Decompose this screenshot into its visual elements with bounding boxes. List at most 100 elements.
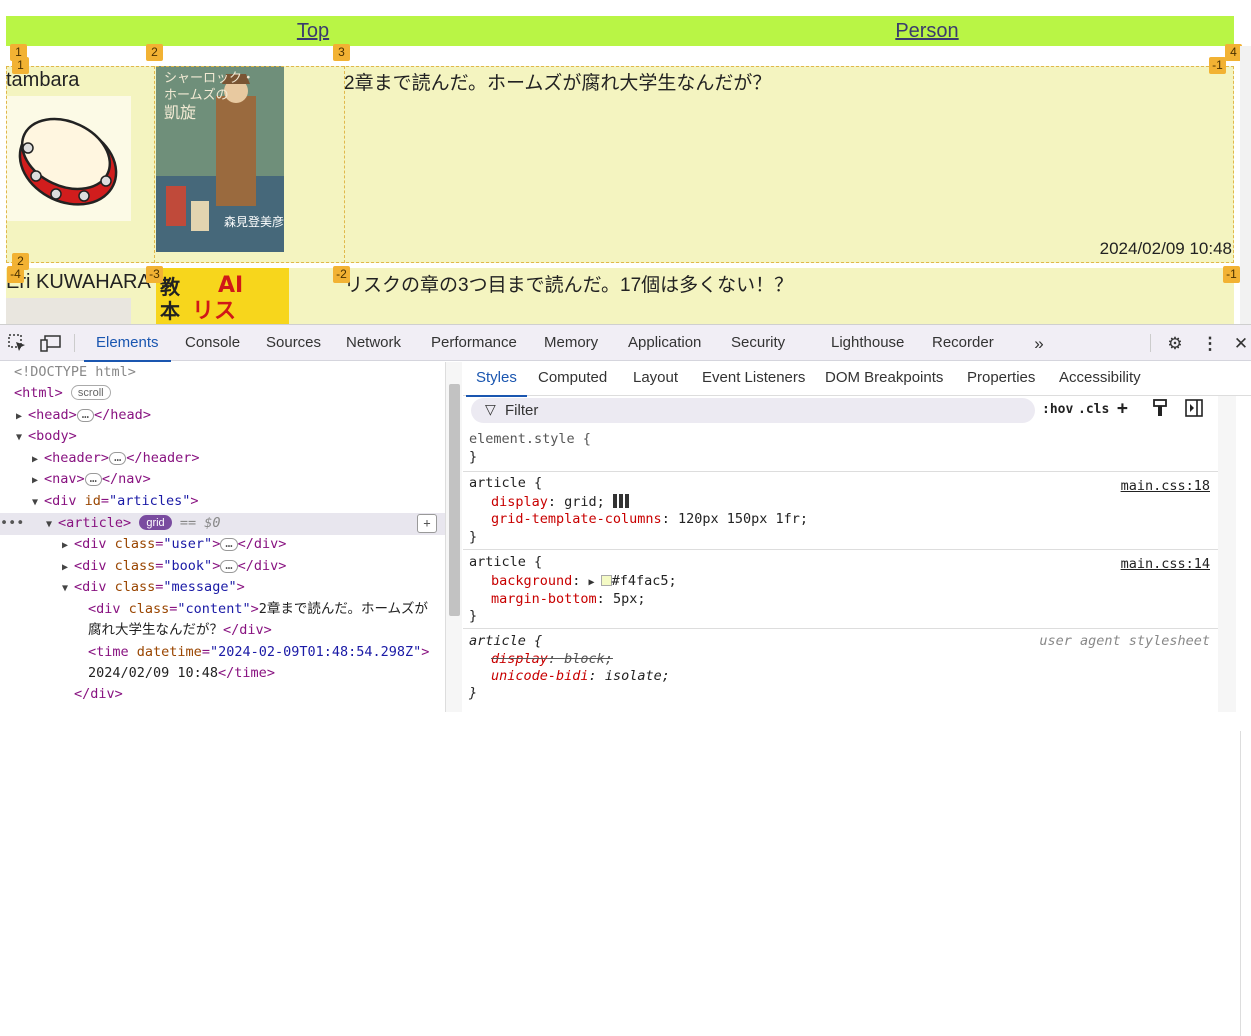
dom-header[interactable]: ▶ <header>… </header> bbox=[32, 448, 199, 469]
dom-content-text[interactable]: 腐れ大学生なんだが？</div> bbox=[88, 620, 272, 641]
grid-editor-icon[interactable] bbox=[612, 494, 629, 508]
rule-selector[interactable]: element.style { bbox=[469, 431, 591, 448]
tab-lighthouse[interactable]: Lighthouse bbox=[831, 325, 904, 361]
dom-body[interactable]: ▼ <body> bbox=[16, 426, 77, 447]
styles-filter-input[interactable]: ▽ Filter bbox=[471, 398, 1035, 423]
devtools-panel: Elements Console Sources Network Perform… bbox=[0, 324, 1251, 1036]
grid-badge: 3 bbox=[333, 44, 350, 61]
hov-toggle[interactable]: :hov bbox=[1042, 402, 1073, 417]
rule-close-brace: } bbox=[469, 608, 478, 624]
grid-badge: 1 bbox=[12, 57, 29, 74]
dom-div-message[interactable]: ▼ <div class="message"> bbox=[62, 577, 245, 598]
tab-computed[interactable]: Computed bbox=[538, 362, 607, 396]
toolbar-divider bbox=[1150, 334, 1151, 352]
chevron-double-right-icon[interactable]: » bbox=[1028, 333, 1050, 355]
tab-elements[interactable]: Elements bbox=[84, 325, 170, 362]
dom-head[interactable]: ▶ <head>… </head> bbox=[16, 405, 151, 426]
dom-tree-scrollbar[interactable] bbox=[445, 362, 462, 712]
scroll-pill[interactable]: scroll bbox=[70, 385, 111, 400]
expand-triangle-icon[interactable]: ▶ bbox=[589, 577, 601, 588]
page-viewport: Top Person tambara シャーロック・ ホームズの 凱旋 森見登美… bbox=[0, 0, 1251, 324]
inspect-element-icon[interactable] bbox=[6, 333, 28, 355]
tab-security[interactable]: Security bbox=[731, 325, 785, 361]
rule-article-main-css-14: article { main.css:14 background: ▶ #f4f… bbox=[463, 550, 1218, 629]
tab-recorder[interactable]: Recorder bbox=[932, 325, 994, 361]
dom-nav[interactable]: ▶ <nav>… </nav> bbox=[32, 469, 151, 490]
rule-element-style: element.style { } bbox=[463, 428, 1218, 472]
tab-sources[interactable]: Sources bbox=[266, 325, 321, 361]
tab-network[interactable]: Network bbox=[346, 325, 401, 361]
tab-styles[interactable]: Styles bbox=[466, 362, 527, 397]
tab-dom-breakpoints[interactable]: DOM Breakpoints bbox=[825, 362, 943, 396]
article-message: リスクの章の3つ目まで読んだ。17個は多くない！？ bbox=[344, 275, 794, 296]
page-scrollbar[interactable] bbox=[1240, 46, 1251, 324]
new-style-rule-icon[interactable]: + bbox=[1117, 398, 1128, 419]
grid-pill[interactable]: grid bbox=[139, 515, 172, 530]
rule-selector[interactable]: article { bbox=[469, 554, 542, 571]
tab-event-listeners[interactable]: Event Listeners bbox=[702, 362, 805, 396]
close-icon[interactable]: ✕ bbox=[1230, 333, 1251, 355]
source-link[interactable]: main.css:18 bbox=[1121, 478, 1210, 494]
tab-accessibility[interactable]: Accessibility bbox=[1059, 362, 1141, 396]
cls-toggle[interactable]: .cls bbox=[1078, 402, 1109, 417]
color-swatch[interactable] bbox=[600, 575, 612, 586]
dom-html[interactable]: <html> scroll bbox=[14, 383, 111, 404]
grid-badge: -4 bbox=[7, 266, 24, 283]
toggle-sidebar-icon[interactable] bbox=[1185, 399, 1203, 421]
dom-tree: <!DOCTYPE html> <html> scroll ▶ <head>… </… bbox=[0, 362, 445, 712]
css-property: unicode-bidi: isolate; bbox=[491, 668, 670, 684]
dom-article-selected[interactable]: ▼ <article> grid == $0 bbox=[46, 513, 220, 534]
devtools-tabbar: Elements Console Sources Network Perform… bbox=[0, 325, 1251, 362]
dom-div-user[interactable]: ▶ <div class="user">… </div> bbox=[62, 534, 286, 555]
tab-properties[interactable]: Properties bbox=[967, 362, 1035, 396]
tab-console[interactable]: Console bbox=[185, 325, 240, 361]
grid-badge: -1 bbox=[1223, 266, 1240, 283]
dom-doctype[interactable]: <!DOCTYPE html> bbox=[14, 362, 136, 383]
nav-link-top[interactable]: Top bbox=[6, 16, 620, 46]
device-toolbar-icon[interactable] bbox=[40, 333, 62, 355]
rule-selector: article { bbox=[469, 633, 543, 649]
rule-close-brace: } bbox=[469, 685, 478, 701]
grid-badge: -1 bbox=[1209, 57, 1226, 74]
dom-time-text[interactable]: 2024/02/09 10:48</time> bbox=[88, 663, 275, 684]
tab-performance[interactable]: Performance bbox=[431, 325, 517, 361]
css-property[interactable]: margin-bottom: 5px; bbox=[491, 591, 645, 608]
source-link[interactable]: main.css:14 bbox=[1121, 556, 1210, 572]
dom-div-close[interactable]: </div> bbox=[74, 684, 123, 705]
css-property[interactable]: display: grid; bbox=[491, 494, 629, 511]
grid-outline bbox=[6, 66, 1234, 263]
scrollbar-thumb[interactable] bbox=[449, 384, 460, 616]
avatar bbox=[6, 298, 131, 324]
top-nav: Top Person bbox=[6, 16, 1234, 46]
dom-div-articles[interactable]: ▼ <div id="articles"> bbox=[32, 491, 198, 512]
add-comment-icon[interactable]: + bbox=[417, 514, 437, 533]
styles-panel: Styles Computed Layout Event Listeners D… bbox=[463, 362, 1251, 712]
dom-time[interactable]: <time datetime="2024-02-09T01:48:54.298Z… bbox=[88, 642, 429, 663]
css-property[interactable]: grid-template-columns: 120px 150px 1fr; bbox=[491, 511, 808, 528]
rule-article-user-agent: article { user agent stylesheet display:… bbox=[463, 629, 1218, 712]
svg-text:AI: AI bbox=[218, 273, 243, 298]
styles-scrollbar[interactable] bbox=[1218, 396, 1236, 712]
nav-link-person[interactable]: Person bbox=[620, 16, 1234, 46]
svg-text:リス: リス bbox=[192, 299, 236, 324]
rule-selector[interactable]: article { bbox=[469, 475, 542, 492]
dom-div-content[interactable]: <div class="content">2章まで読んだ。ホームズが bbox=[88, 599, 428, 620]
article: Eri KUWAHARA AI リス 教 本 リスクの章の3つ目まで読んだ。17… bbox=[6, 268, 1234, 324]
kebab-menu-icon[interactable]: ⋮ bbox=[1199, 333, 1221, 355]
dom-row-menu-icon[interactable]: ••• bbox=[0, 513, 24, 534]
styles-tabbar: Styles Computed Layout Event Listeners D… bbox=[463, 362, 1251, 397]
css-property-overridden: display: block; bbox=[491, 651, 613, 667]
tab-layout[interactable]: Layout bbox=[633, 362, 678, 396]
paint-brush-icon[interactable] bbox=[1152, 399, 1168, 421]
tab-application[interactable]: Application bbox=[628, 325, 701, 361]
rule-article-main-css-18: article { main.css:18 display: grid; gri… bbox=[463, 472, 1218, 550]
dom-div-book[interactable]: ▶ <div class="book">… </div> bbox=[62, 556, 286, 577]
css-property[interactable]: background: ▶ #f4fac5; bbox=[491, 573, 677, 591]
filter-icon: ▽ bbox=[485, 401, 496, 417]
grid-badge: -3 bbox=[146, 266, 163, 283]
tab-memory[interactable]: Memory bbox=[544, 325, 598, 361]
gear-icon[interactable]: ⚙ bbox=[1164, 333, 1186, 355]
svg-text:教: 教 bbox=[160, 275, 181, 299]
side-strip bbox=[1240, 731, 1251, 1036]
rule-close-brace: } bbox=[469, 529, 478, 545]
